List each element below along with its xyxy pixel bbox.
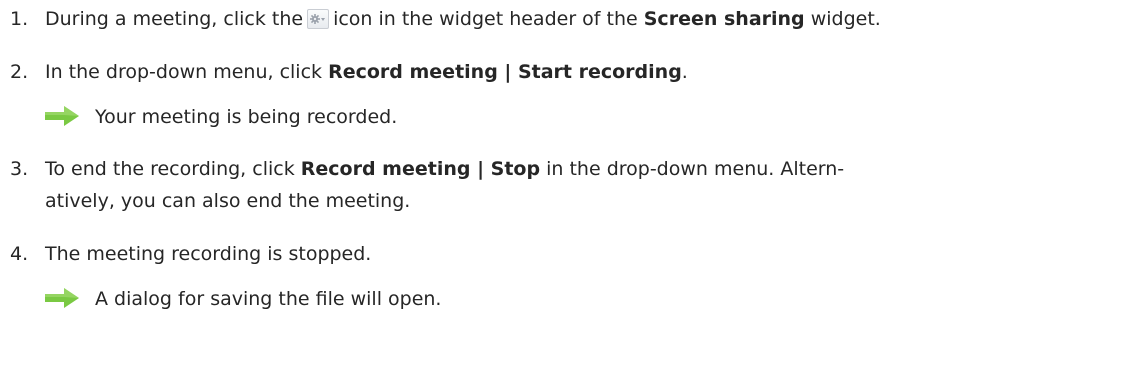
step-text: icon in the widget header of the	[333, 8, 638, 30]
step-text: atively, you can also end the meeting.	[45, 190, 411, 212]
result-text: Your meeting is being recorded.	[95, 106, 398, 128]
step-text: During a meeting, click the	[45, 8, 304, 30]
step-2-result: Your meeting is being recorded.	[45, 100, 397, 137]
result-arrow-icon	[45, 285, 79, 319]
instruction-steps: 1. During a meeting, click the icon in th…	[0, 0, 1128, 379]
step-3-continuation: atively, you can also end the meeting.	[45, 184, 410, 218]
step-4-result: A dialog for saving the file will open.	[45, 282, 441, 319]
step-number: 3.	[10, 158, 29, 180]
widget-name: Screen sharing	[643, 8, 805, 30]
step-text: in the drop-down menu. Altern-	[546, 158, 845, 180]
step-2: 2. In the drop-down menu, click Record me…	[10, 55, 1120, 89]
step-text: In the drop-down menu, click	[45, 61, 323, 83]
step-text: To end the recording, click	[45, 158, 295, 180]
step-1: 1. During a meeting, click the icon in th…	[10, 2, 1120, 36]
step-text: widget.	[810, 8, 881, 30]
step-text: The meeting recording is stopped.	[45, 243, 372, 265]
gear-dropdown-icon	[307, 9, 330, 29]
step-number: 1.	[10, 8, 29, 30]
step-number: 4.	[10, 243, 29, 265]
step-4: 4. The meeting recording is stopped.	[10, 237, 1120, 271]
step-3: 3. To end the recording, click Record mee…	[10, 152, 1120, 186]
menu-path: Record meeting | Stop	[300, 158, 541, 180]
step-text: .	[681, 61, 688, 83]
result-text: A dialog for saving the file will open.	[95, 288, 442, 310]
menu-path: Record meeting | Start recording	[328, 61, 682, 83]
result-arrow-icon	[45, 103, 79, 137]
step-number: 2.	[10, 61, 29, 83]
